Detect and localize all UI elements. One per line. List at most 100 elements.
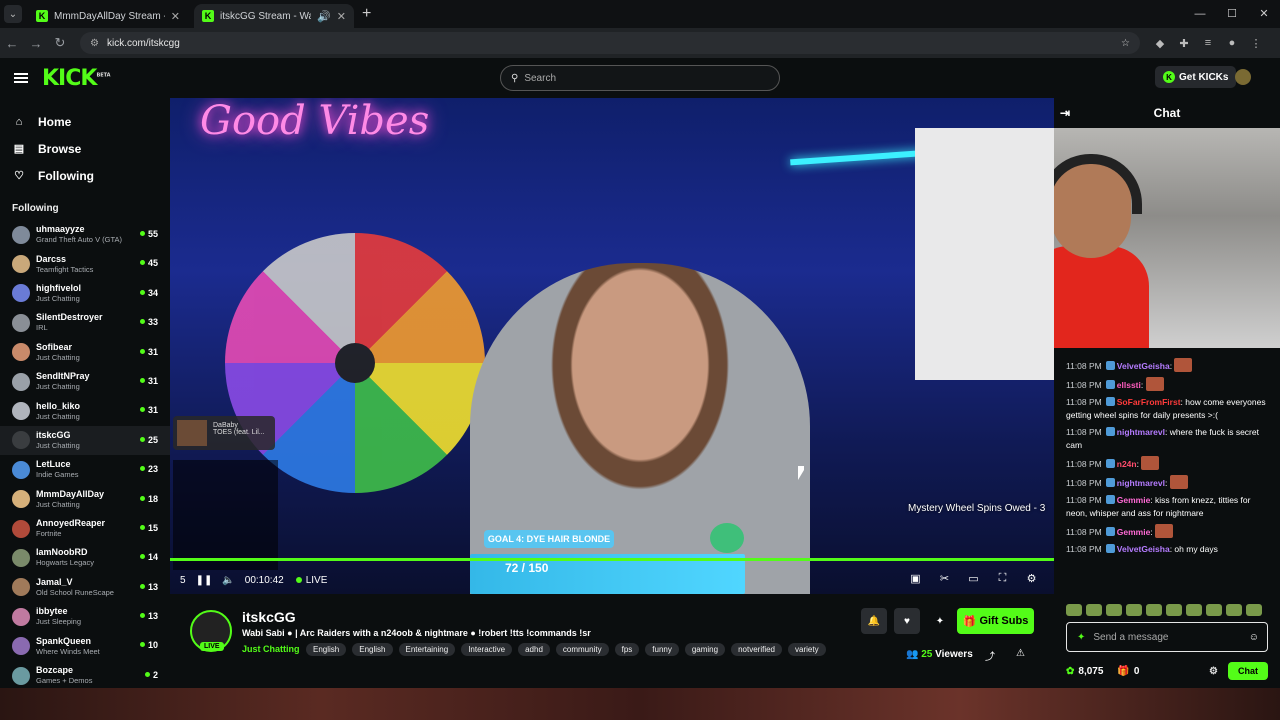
kick-logo[interactable]: KICKBETA (42, 66, 111, 91)
following-item[interactable]: SendItNPray Just Chatting 31 (0, 367, 170, 396)
following-item[interactable]: AnnoyedReaper Fortnite 15 (0, 514, 170, 543)
stream-tag[interactable]: notverified (731, 643, 783, 656)
following-channel-name: Sofibear (36, 341, 73, 352)
puzzle-icon[interactable]: ✚ (1172, 37, 1196, 50)
audio-icon[interactable]: 🔊 (317, 10, 331, 23)
stream-tag[interactable]: adhd (518, 643, 550, 656)
hamburger-menu-icon[interactable] (14, 73, 28, 83)
message-user[interactable]: SoFarFromFirst (1117, 397, 1181, 407)
message-user[interactable]: n24n (1117, 459, 1137, 469)
stream-tag[interactable]: Interactive (461, 643, 513, 656)
following-item[interactable]: LetLuce Indie Games 23 (0, 455, 170, 484)
following-item[interactable]: ibbytee Just Sleeping 13 (0, 602, 170, 631)
nav-browse[interactable]: ▤ Browse (12, 135, 158, 162)
message-user[interactable]: VelvetGeisha (1117, 361, 1170, 371)
following-item[interactable]: itskcGG Just Chatting 25 (0, 425, 170, 456)
user-avatar[interactable] (1235, 69, 1251, 85)
following-item[interactable]: highfivelol Just Chatting 34 (0, 279, 170, 308)
stream-tag[interactable]: fps (614, 643, 640, 656)
emote-icon[interactable] (1126, 604, 1142, 616)
live-indicator[interactable]: LIVE (296, 575, 328, 586)
message-user[interactable]: VelvetGeisha (1117, 544, 1170, 554)
stream-tag[interactable]: gaming (684, 643, 726, 656)
picture-in-picture-icon[interactable]: ▣ (901, 572, 930, 585)
emote-icon[interactable] (1086, 604, 1102, 616)
volume-icon[interactable]: 🔈 (222, 575, 234, 586)
emote-icon[interactable] (1146, 604, 1162, 616)
menu-dots-icon[interactable]: ⋮ (1244, 37, 1268, 50)
emote-icon[interactable] (1106, 604, 1122, 616)
stream-tag[interactable]: community (555, 643, 609, 656)
get-kicks-button[interactable]: K Get KICKs (1155, 66, 1237, 88)
stream-tag[interactable]: funny (645, 643, 679, 656)
chat-settings-icon[interactable]: ⚙ (1209, 666, 1218, 677)
emote-icon[interactable] (1226, 604, 1242, 616)
search-input[interactable]: ⚲ Search (500, 65, 780, 91)
following-item[interactable]: SilentDestroyer IRL 33 (0, 308, 170, 337)
report-icon[interactable]: ⚠ (1016, 648, 1025, 659)
extension-icon[interactable]: ◆ (1148, 37, 1172, 50)
nav-following[interactable]: ♡ Following (12, 162, 158, 189)
bookmark-star-icon[interactable]: ☆ (1121, 38, 1130, 49)
browser-tab-1[interactable]: K itskcGG Stream - Watch Live 🔊 ✕ (194, 4, 354, 28)
back-icon[interactable]: ← (0, 36, 24, 51)
send-chat-button[interactable]: Chat (1228, 662, 1268, 680)
following-item[interactable]: uhmaayyze Grand Theft Auto V (GTA) 55 (0, 220, 170, 249)
pause-icon[interactable]: ❚❚ (196, 575, 213, 586)
settings-gear-icon[interactable]: ⚙ (1017, 572, 1046, 585)
url-field[interactable]: ⚙ kick.com/itskcgg ☆ (80, 32, 1140, 54)
fullscreen-icon[interactable]: ⛶ (988, 572, 1017, 585)
close-tab-icon[interactable]: ✕ (171, 10, 180, 23)
reload-icon[interactable]: ↻ (48, 35, 72, 51)
nav-home[interactable]: ⌂ Home (12, 108, 158, 135)
message-user[interactable]: Gemmie (1117, 527, 1151, 537)
media-icon[interactable]: ≡ (1196, 37, 1220, 50)
browser-tab-0[interactable]: K MmmDayAllDay Stream - Watch ✕ (28, 4, 188, 28)
chat-message-input[interactable]: ✦ Send a message ☺ (1066, 622, 1268, 652)
collapse-chat-icon[interactable]: ⇥ (1060, 106, 1070, 120)
message-user[interactable]: ellssti (1117, 380, 1141, 390)
notifications-bell-button[interactable]: 🔔 (861, 608, 887, 634)
stream-tag[interactable]: variety (788, 643, 826, 656)
following-item[interactable]: Sofibear Just Chatting 31 (0, 338, 170, 367)
following-item[interactable]: IamNoobRD Hogwarts Legacy 14 (0, 543, 170, 572)
following-item[interactable]: Bozcape Games + Demos 2 (0, 661, 170, 688)
boost-button[interactable]: ✦ (927, 608, 953, 634)
profile-icon[interactable]: ● (1220, 37, 1244, 50)
close-tab-icon[interactable]: ✕ (337, 10, 346, 23)
emote-icon[interactable] (1166, 604, 1182, 616)
emote-icon[interactable] (1066, 604, 1082, 616)
stream-category[interactable]: Just Chatting (242, 644, 300, 654)
following-item[interactable]: MmmDayAllDay Just Chatting 18 (0, 485, 170, 514)
tab-search-button[interactable]: ⌄ (4, 5, 22, 23)
stream-tag[interactable]: English (306, 643, 347, 656)
follow-heart-button[interactable]: ♥ (894, 608, 920, 634)
message-user[interactable]: nightmarevl (1117, 478, 1165, 488)
channel-name[interactable]: itskcGG (242, 609, 296, 625)
emote-icon[interactable] (1246, 604, 1262, 616)
minimize-icon[interactable]: — (1184, 0, 1216, 28)
following-item[interactable]: Darcss Teamfight Tactics 45 (0, 249, 170, 278)
following-item[interactable]: SpankQueen Where Winds Meet 10 (0, 631, 170, 660)
message-user[interactable]: Gemmie (1117, 495, 1151, 505)
stream-tag[interactable]: Entertaining (398, 643, 456, 656)
theater-mode-icon[interactable]: ▭ (959, 572, 988, 585)
following-item[interactable]: hello_kiko Just Chatting 31 (0, 396, 170, 425)
emote-icon[interactable] (1186, 604, 1202, 616)
new-tab-button[interactable]: + (362, 5, 371, 23)
video-player[interactable]: Good Vibes DaBaby TOES (feat. Lil... Mys… (170, 98, 1054, 594)
maximize-icon[interactable]: ☐ (1216, 0, 1248, 28)
playback-progress-bar[interactable] (170, 558, 1054, 561)
forward-icon[interactable]: → (24, 36, 48, 51)
site-info-icon[interactable]: ⚙ (90, 38, 99, 49)
emoji-icon[interactable]: ☺ (1249, 632, 1259, 643)
share-icon[interactable]: ⤴ (985, 648, 995, 663)
message-user[interactable]: nightmarevl (1117, 427, 1165, 437)
stream-tag[interactable]: English (352, 643, 393, 656)
chat-header: ⇥ Chat (1054, 98, 1280, 128)
emote-icon[interactable] (1206, 604, 1222, 616)
clip-icon[interactable]: ✂ (930, 572, 959, 585)
gift-subs-button[interactable]: 🎁 Gift Subs (957, 608, 1034, 634)
following-item[interactable]: Jamal_V Old School RuneScape 13 (0, 573, 170, 602)
close-window-icon[interactable]: ✕ (1248, 0, 1280, 28)
